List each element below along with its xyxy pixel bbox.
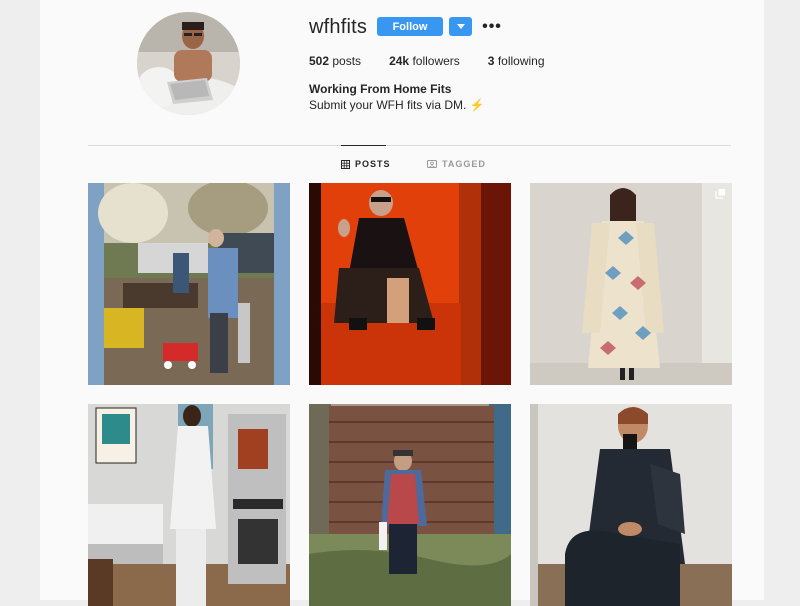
active-tab-indicator xyxy=(341,145,386,146)
grid-icon xyxy=(341,159,350,169)
chevron-down-icon xyxy=(456,23,465,29)
follow-button[interactable]: Follow xyxy=(377,17,443,36)
tab-tagged-label: TAGGED xyxy=(442,159,486,169)
tab-tagged[interactable]: TAGGED xyxy=(427,159,486,169)
tabs-divider xyxy=(88,145,731,146)
post-image xyxy=(530,404,732,606)
bio-text: Submit your WFH fits via DM. ⚡ xyxy=(309,98,485,112)
tab-posts[interactable]: POSTS xyxy=(341,159,391,169)
post-image xyxy=(88,183,290,385)
posts-stat: 502 posts xyxy=(309,54,361,68)
post-tile[interactable] xyxy=(530,404,732,606)
tab-posts-label: POSTS xyxy=(355,159,391,169)
post-tile[interactable] xyxy=(88,183,290,385)
followers-label: followers xyxy=(412,54,460,68)
following-stat[interactable]: 3 following xyxy=(488,54,545,68)
posts-label: posts xyxy=(332,54,362,68)
tag-icon xyxy=(427,160,437,168)
username: wfhfits xyxy=(309,16,368,38)
post-image xyxy=(88,404,290,606)
lightning-icon: ⚡ xyxy=(469,98,485,112)
suggestions-dropdown-button[interactable] xyxy=(449,17,472,36)
followers-stat[interactable]: 24k followers xyxy=(389,54,460,68)
post-image xyxy=(530,183,732,385)
profile-page: wfhfits Follow ••• 502 posts 24k followe… xyxy=(40,0,764,606)
bio-description: Submit your WFH fits via DM. xyxy=(309,98,467,112)
post-tile[interactable] xyxy=(309,404,511,606)
post-image xyxy=(309,183,511,385)
followers-count: 24k xyxy=(389,54,410,68)
avatar[interactable] xyxy=(137,12,240,115)
post-tile[interactable] xyxy=(88,404,290,606)
post-image xyxy=(309,404,511,606)
bio-name: Working From Home Fits xyxy=(309,82,452,96)
following-label: following xyxy=(497,54,545,68)
multiple-posts-icon xyxy=(715,188,726,199)
post-tile[interactable] xyxy=(309,183,511,385)
posts-count: 502 xyxy=(309,54,330,68)
profile-stats: 502 posts 24k followers 3 following xyxy=(309,54,573,68)
post-tile[interactable] xyxy=(530,183,732,385)
more-options-button[interactable]: ••• xyxy=(480,17,504,36)
following-count: 3 xyxy=(487,54,495,68)
